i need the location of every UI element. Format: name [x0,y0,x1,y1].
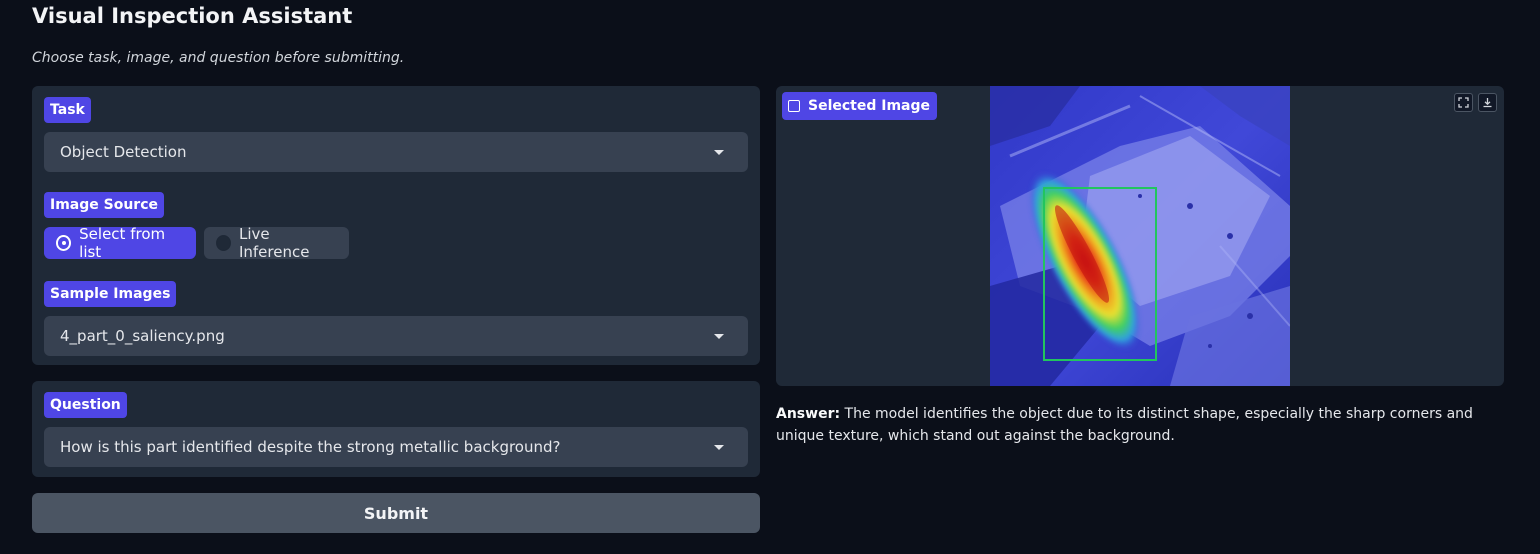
sample-images-value: 4_part_0_saliency.png [60,327,225,345]
image-icon [788,100,800,112]
saliency-image [990,86,1290,386]
chevron-down-icon [714,150,724,155]
task-label: Task [44,97,91,123]
download-icon [1483,98,1492,108]
answer-prefix: Answer: [776,406,841,422]
radio-label: Select from list [79,225,166,261]
fullscreen-button[interactable] [1454,93,1473,112]
question-dropdown[interactable]: How is this part identified despite the … [44,427,748,467]
answer-body: The model identifies the object due to i… [776,406,1473,444]
chevron-down-icon [714,445,724,450]
fullscreen-icon [1458,97,1469,108]
sample-images-label: Sample Images [44,281,177,307]
submit-button[interactable]: Submit [32,493,760,533]
selected-image-label-text: Selected Image [808,98,931,114]
task-dropdown-value: Object Detection [60,143,187,161]
download-button[interactable] [1478,93,1497,112]
radio-live-inference[interactable]: Live Inference [204,225,349,261]
page-title: Visual Inspection Assistant [32,4,353,28]
question-value: How is this part identified despite the … [60,438,561,456]
selected-image-label: Selected Image [782,92,938,120]
radio-unchecked-icon [216,235,231,251]
task-dropdown[interactable]: Object Detection [44,132,748,172]
answer-text: Answer: The model identifies the object … [776,403,1476,447]
radio-checked-icon [56,235,72,251]
image-source-label: Image Source [44,192,165,218]
radio-select-from-list[interactable]: Select from list [44,225,196,261]
question-label: Question [44,392,127,418]
sample-images-dropdown[interactable]: 4_part_0_saliency.png [44,316,748,356]
radio-label: Live Inference [238,225,310,261]
page-subtitle: Choose task, image, and question before … [32,50,405,66]
chevron-down-icon [714,334,724,339]
